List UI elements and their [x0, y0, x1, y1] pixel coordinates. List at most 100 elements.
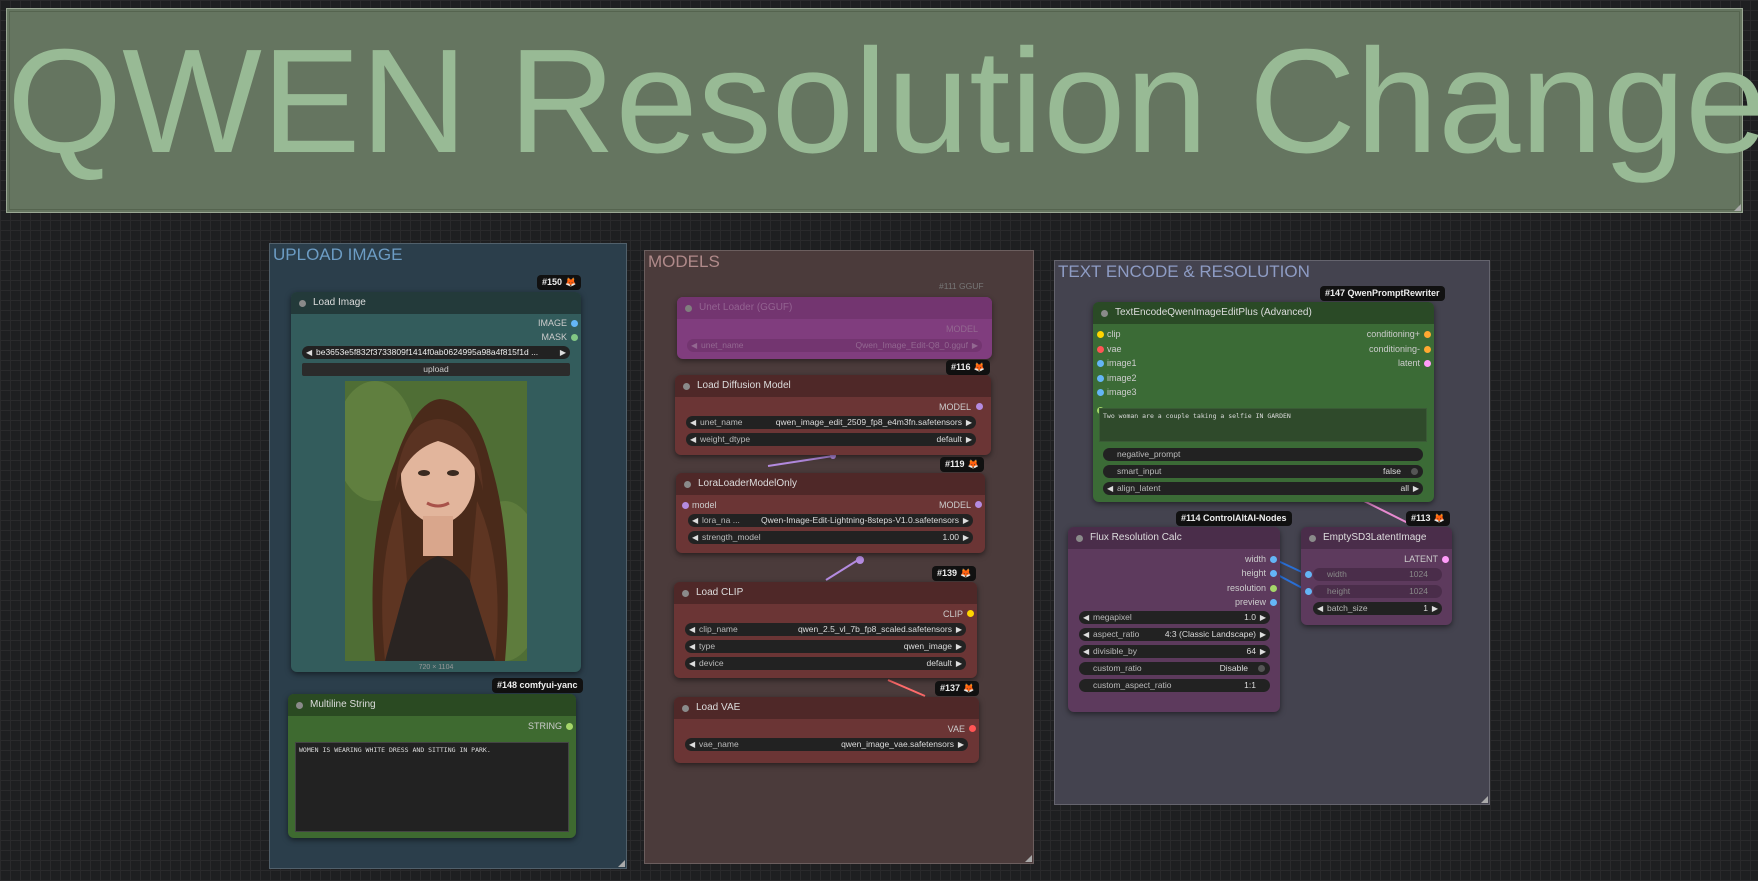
- group-title: MODELS: [648, 252, 720, 271]
- image1-input-socket[interactable]: [1097, 360, 1104, 367]
- width-input-socket[interactable]: [1305, 571, 1312, 578]
- title-group-label: QWEN Resolution Change: [7, 19, 1758, 184]
- load-clip-node[interactable]: Load CLIP CLIP ◀ clip_name qwen_2.5_vl_7b_…: [674, 582, 977, 678]
- divisible-by-slider[interactable]: ◀ divisible_by 64 ▶: [1079, 645, 1270, 658]
- node-title[interactable]: Flux Resolution Calc: [1068, 527, 1280, 549]
- conditioning-negative-socket[interactable]: [1424, 346, 1431, 353]
- output-label: IMAGE: [537, 318, 567, 328]
- latent-output-socket[interactable]: [1424, 360, 1431, 367]
- group-title: UPLOAD IMAGE: [273, 245, 403, 264]
- clip-name-select[interactable]: ◀ clip_name qwen_2.5_vl_7b_fp8_scaled.safe…: [685, 623, 966, 636]
- resize-handle[interactable]: [1481, 796, 1488, 803]
- unet-name-select[interactable]: ◀ unet_name Qwen_Image_Edit-Q8_0.gguf ▶: [687, 339, 982, 352]
- image3-input-socket[interactable]: [1097, 389, 1104, 396]
- image-preview: [345, 381, 527, 661]
- load-image-node[interactable]: Load Image IMAGE MASK ◀ be3653e5f832f3733…: [291, 292, 581, 672]
- prompt-text-input[interactable]: Two woman are a couple taking a selfie I…: [1099, 408, 1427, 442]
- load-diffusion-model-node[interactable]: Load Diffusion Model MODEL ◀ unet_name qwe…: [675, 375, 991, 455]
- node-title[interactable]: Load Diffusion Model: [675, 375, 991, 397]
- title-group[interactable]: QWEN Resolution Change: [6, 8, 1758, 213]
- image2-input-socket[interactable]: [1097, 375, 1104, 382]
- output-label: MODEL: [938, 402, 971, 412]
- unet-loader-gguf-node[interactable]: Unet Loader (GGUF) MODEL ◀ unet_name Qwen_…: [677, 297, 992, 359]
- node-badge: #119 🦊: [940, 457, 984, 472]
- input-label: model: [692, 500, 717, 510]
- output-label: CLIP: [942, 609, 963, 619]
- text-encode-node[interactable]: TextEncodeQwenImageEditPlus (Advanced) c…: [1093, 302, 1434, 502]
- strength-model-slider[interactable]: ◀ strength_model 1.00 ▶: [688, 531, 973, 544]
- node-title[interactable]: Load VAE: [674, 697, 979, 719]
- multiline-string-node[interactable]: Multiline String STRING WOMEN IS WEARING…: [288, 694, 576, 838]
- flux-resolution-calc-node[interactable]: Flux Resolution Calc width height resolu…: [1068, 527, 1280, 712]
- batch-size-slider[interactable]: ◀ batch_size 1 ▶: [1313, 602, 1442, 615]
- output-label: height: [1241, 568, 1266, 578]
- width-input[interactable]: width 1024: [1313, 568, 1442, 581]
- node-badge: #150 🦊: [537, 275, 582, 290]
- megapixel-slider[interactable]: ◀ megapixel 1.0 ▶: [1079, 611, 1270, 624]
- input-label: image1: [1107, 358, 1137, 368]
- width-output-socket[interactable]: [1270, 556, 1277, 563]
- mask-output-socket[interactable]: [571, 334, 578, 341]
- image-file-select[interactable]: ◀ be3653e5f832f3733809f1414f0ab0624995a98…: [302, 346, 570, 359]
- model-output-socket[interactable]: [975, 501, 982, 508]
- output-label: MASK: [541, 332, 567, 342]
- input-label: clip: [1107, 329, 1121, 339]
- empty-sd3-latent-node[interactable]: EmptySD3LatentImage LATENT width 1024 hei…: [1301, 527, 1452, 625]
- lora-name-select[interactable]: ◀ lora_na ... Qwen-Image-Edit-Lightning-8s…: [688, 514, 973, 527]
- device-select[interactable]: ◀ device default ▶: [685, 657, 966, 670]
- height-output-socket[interactable]: [1270, 570, 1277, 577]
- clip-output-socket[interactable]: [967, 610, 974, 617]
- image-output-socket[interactable]: [571, 320, 578, 327]
- height-input-socket[interactable]: [1305, 588, 1312, 595]
- height-input[interactable]: height 1024: [1313, 585, 1442, 598]
- image-dimensions: 720 × 1104: [418, 664, 454, 671]
- input-label: image2: [1107, 373, 1137, 383]
- negative-prompt-input[interactable]: negative_prompt: [1103, 448, 1423, 461]
- input-label: image3: [1107, 387, 1137, 397]
- output-label: conditioning+: [1366, 329, 1420, 339]
- load-vae-node[interactable]: Load VAE VAE ◀ vae_name qwen_image_vae.saf…: [674, 697, 979, 763]
- upload-button[interactable]: upload: [302, 363, 570, 376]
- smart-input-toggle[interactable]: smart_input false: [1103, 465, 1423, 478]
- align-latent-select[interactable]: ◀ align_latent all ▶: [1103, 482, 1423, 495]
- string-output-socket[interactable]: [566, 723, 573, 730]
- output-label: MODEL: [938, 500, 971, 510]
- vae-output-socket[interactable]: [969, 725, 976, 732]
- resize-handle[interactable]: [1734, 204, 1741, 211]
- custom-ratio-toggle[interactable]: custom_ratio Disable: [1079, 662, 1270, 675]
- output-label: conditioning-: [1368, 344, 1420, 354]
- clip-input-socket[interactable]: [1097, 331, 1104, 338]
- node-title[interactable]: LoraLoaderModelOnly: [676, 473, 985, 495]
- unet-name-select[interactable]: ◀ unet_name qwen_image_edit_2509_fp8_e4m3f…: [686, 416, 976, 429]
- conditioning-positive-socket[interactable]: [1424, 331, 1431, 338]
- output-label: LATENT: [1404, 554, 1438, 564]
- clip-type-select[interactable]: ◀ type qwen_image ▶: [685, 640, 966, 653]
- vae-input-socket[interactable]: [1097, 346, 1104, 353]
- node-badge: #148 comfyui-yanc: [492, 678, 583, 693]
- preview-output-socket[interactable]: [1270, 599, 1277, 606]
- weight-dtype-select[interactable]: ◀ weight_dtype default ▶: [686, 433, 976, 446]
- aspect-ratio-select[interactable]: ◀ aspect_ratio 4:3 (Classic Landscape) ▶: [1079, 628, 1270, 641]
- output-label: preview: [1234, 597, 1266, 607]
- node-title[interactable]: Load Image: [291, 292, 581, 314]
- vae-name-select[interactable]: ◀ vae_name qwen_image_vae.safetensors ▶: [685, 738, 968, 751]
- node-badge: #147 QwenPromptRewriter: [1320, 286, 1445, 301]
- node-badge: #116 🦊: [946, 360, 990, 375]
- resize-handle[interactable]: [618, 860, 625, 867]
- latent-output-socket[interactable]: [1442, 556, 1449, 563]
- resolution-output-socket[interactable]: [1270, 585, 1277, 592]
- multiline-text-input[interactable]: WOMEN IS WEARING WHITE DRESS AND SITTING…: [295, 742, 569, 832]
- node-badge: #113 🦊: [1406, 511, 1450, 526]
- resize-handle[interactable]: [1025, 855, 1032, 862]
- node-title[interactable]: Unet Loader (GGUF): [677, 297, 992, 319]
- lora-loader-node[interactable]: LoraLoaderModelOnly model MODEL ◀ lora_na…: [676, 473, 985, 553]
- model-input-socket[interactable]: [682, 502, 689, 509]
- node-title[interactable]: TextEncodeQwenImageEditPlus (Advanced): [1093, 302, 1434, 324]
- node-title[interactable]: Load CLIP: [674, 582, 977, 604]
- output-label: VAE: [947, 724, 965, 734]
- custom-aspect-ratio-input[interactable]: custom_aspect_ratio 1:1: [1079, 679, 1270, 692]
- node-title[interactable]: Multiline String: [288, 694, 576, 716]
- model-output-socket[interactable]: [976, 403, 983, 410]
- node-badge: #111 GGUF: [939, 281, 984, 291]
- node-title[interactable]: EmptySD3LatentImage: [1301, 527, 1452, 549]
